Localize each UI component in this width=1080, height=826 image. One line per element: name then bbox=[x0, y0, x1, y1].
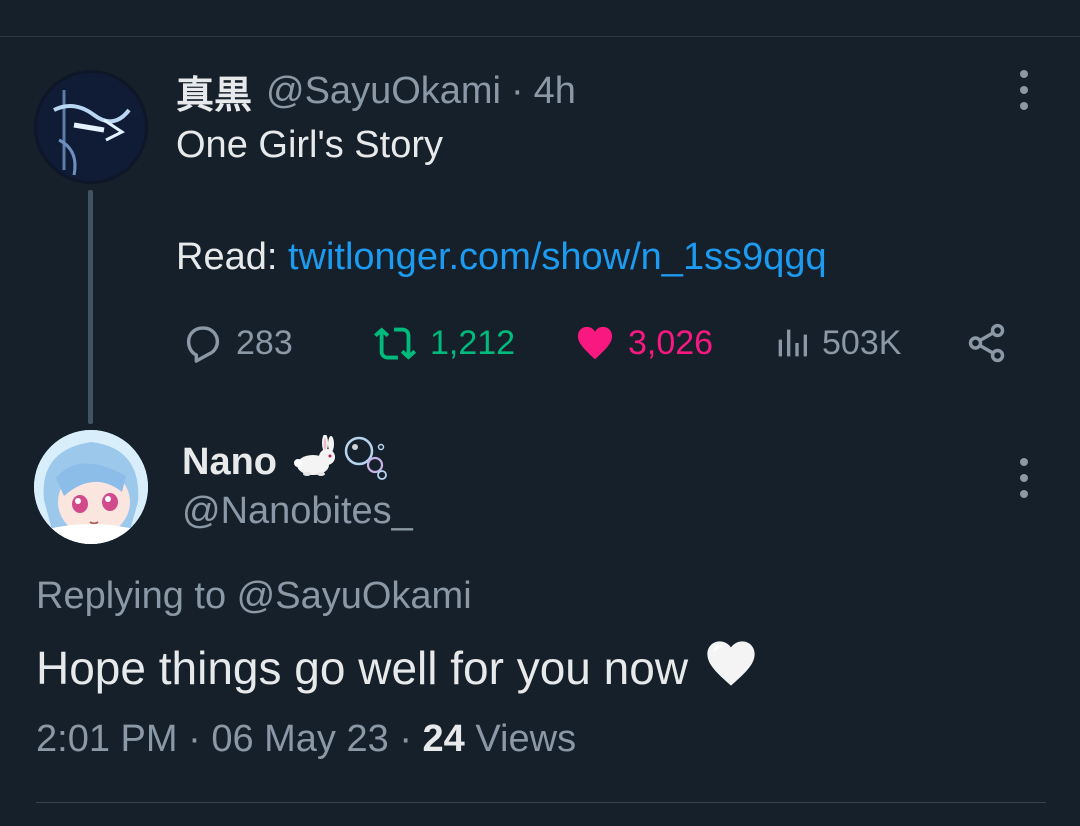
avatar-nanobites[interactable] bbox=[34, 430, 148, 544]
reply-views-label: Views bbox=[475, 718, 577, 760]
tweet-read-line: Read: twitlonger.com/show/n_1ss9qgq bbox=[176, 236, 827, 279]
white-heart-icon bbox=[702, 636, 760, 699]
thread-connector-line bbox=[88, 190, 93, 424]
views-count: 503K bbox=[822, 323, 902, 362]
author-handle[interactable]: @SayuOkami bbox=[266, 70, 501, 113]
share-button[interactable] bbox=[964, 318, 1010, 368]
meta-separator: · bbox=[399, 718, 412, 760]
top-divider bbox=[0, 36, 1080, 37]
retweet-icon bbox=[372, 320, 420, 366]
reply-time[interactable]: 2:01 PM bbox=[36, 718, 178, 760]
more-icon[interactable] bbox=[1012, 458, 1036, 498]
reply-meta: 2:01 PM · 06 May 23 · 24 Views bbox=[36, 718, 576, 761]
tweet-link[interactable]: twitlonger.com/show/n_1ss9qgq bbox=[288, 236, 827, 278]
reply-text: Hope things go well for you now bbox=[36, 641, 689, 694]
replying-to[interactable]: Replying to @SayuOkami bbox=[36, 575, 472, 618]
reply-author-name-row[interactable]: Nano bbox=[182, 433, 389, 491]
retweet-count: 1,212 bbox=[430, 323, 516, 362]
tweet-header: 真黒 @SayuOkami · 4h bbox=[176, 64, 576, 119]
reply-count: 283 bbox=[236, 323, 293, 362]
header-separator: · bbox=[511, 69, 524, 112]
read-label: Read: bbox=[176, 236, 278, 278]
meta-separator: · bbox=[188, 718, 201, 760]
author-display-name[interactable]: 真黒 bbox=[176, 64, 252, 119]
tweet-thread-page: 真黒 @SayuOkami · 4h One Girl's Story Read… bbox=[0, 0, 1080, 826]
views-icon bbox=[772, 320, 812, 366]
reply-author-handle[interactable]: @Nanobites_ bbox=[182, 490, 413, 533]
rabbit-icon bbox=[287, 434, 339, 489]
like-button[interactable]: 3,026 bbox=[572, 318, 713, 368]
like-count: 3,026 bbox=[628, 323, 714, 362]
tweet-actions-bar: 283 1,212 3,026 503K bbox=[0, 318, 1080, 368]
name-emojis bbox=[287, 433, 389, 491]
tweet-text: One Girl's Story bbox=[176, 124, 443, 166]
reply-icon bbox=[180, 320, 226, 366]
reply-text-row: Hope things go well for you now bbox=[36, 636, 760, 699]
bottom-divider bbox=[36, 802, 1046, 803]
avatar-sayuokami[interactable] bbox=[34, 70, 148, 184]
reply-date[interactable]: 06 May 23 bbox=[211, 718, 388, 760]
retweet-button[interactable]: 1,212 bbox=[372, 318, 515, 368]
more-icon[interactable] bbox=[1012, 70, 1036, 110]
like-icon bbox=[572, 320, 618, 366]
tweet-time[interactable]: 4h bbox=[534, 70, 576, 113]
reply-button[interactable]: 283 bbox=[180, 318, 293, 368]
bubbles-icon bbox=[341, 433, 389, 491]
reply-author-display-name: Nano bbox=[182, 440, 277, 483]
reply-views-count[interactable]: 24 bbox=[423, 718, 465, 760]
share-icon bbox=[964, 320, 1010, 366]
views-button[interactable]: 503K bbox=[772, 318, 901, 368]
